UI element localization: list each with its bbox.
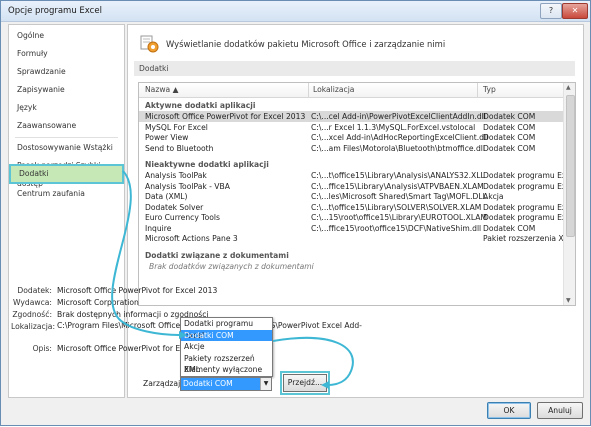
table-row[interactable]: MySQL For Excel C:\...r Excel 1.1.3\MySQL… <box>139 122 563 133</box>
cancel-button[interactable]: Anuluj <box>537 402 583 419</box>
cell-loc: C:\...am Files\Motorola\Bluetooth\btmoff… <box>311 143 485 153</box>
go-button[interactable]: Przejdź... <box>280 371 330 395</box>
table-row[interactable]: Microsoft Actions Pane 3 Pakiet rozszerze… <box>139 233 574 244</box>
cell-loc: C:\...15\root\office15\Library\EUROTOOL.… <box>311 213 488 222</box>
ok-button[interactable]: OK <box>487 402 531 419</box>
table-row[interactable]: Analysis ToolPak - VBA C:\...ffice15\Libr… <box>139 181 575 192</box>
addins-list: Nazwa ▲ Lokalizacja Typ Aktywne dodatki … <box>138 82 576 306</box>
dropdown-option[interactable]: Dodatki programu Excel <box>181 318 272 340</box>
cell-type: Dodatek COM <box>483 122 536 132</box>
dropdown-option-selected[interactable]: Dodatki COM <box>181 329 272 341</box>
sidebar-divider <box>15 137 118 138</box>
column-type-header[interactable]: Typ <box>483 85 496 94</box>
table-row[interactable]: Dodatek Solver C:\...t\office15\Library\S… <box>139 202 575 213</box>
cell-name: Send to Bluetooth <box>145 143 214 153</box>
scrollbar-thumb[interactable] <box>566 95 575 237</box>
cell-loc: C:\...les\Microsoft Shared\Smart Tag\MOF… <box>311 192 487 201</box>
manage-label: Zarządzaj: <box>143 379 183 388</box>
sidebar-item-trust-center[interactable]: Centrum zaufania <box>9 185 124 203</box>
addins-gear-icon <box>140 35 159 53</box>
sidebar: Ogólne Formuły Sprawdzanie Zapisywanie J… <box>8 24 125 398</box>
cell-type: Dodatek COM <box>483 143 536 153</box>
sidebar-item-customize-ribbon[interactable]: Dostosowywanie Wstążki <box>9 139 124 157</box>
cell-name: Inquire <box>145 223 172 233</box>
dropdown-option[interactable]: Elementy wyłączone <box>181 364 272 376</box>
cell-name: MySQL For Excel <box>145 122 208 132</box>
table-row-selected[interactable]: Microsoft Office PowerPivot for Excel 20… <box>139 111 563 122</box>
cell-name: Microsoft Office PowerPivot for Excel 20… <box>145 112 306 121</box>
sidebar-item-formulas[interactable]: Formuły <box>9 45 124 63</box>
cell-loc: C:\...ffice15\Library\Analysis\ATPVBAEN.… <box>311 181 484 191</box>
list-scrollbar[interactable]: ▲ ▼ <box>563 83 575 305</box>
group-title: Nieaktywne dodatki aplikacji <box>145 160 269 169</box>
close-button[interactable]: ✕ <box>562 3 588 19</box>
sidebar-item-advanced[interactable]: Zaawansowane <box>9 117 124 135</box>
group-title: Aktywne dodatki aplikacji <box>145 101 256 110</box>
sidebar-item-save[interactable]: Zapisywanie <box>9 81 124 99</box>
table-row[interactable]: Analysis ToolPak C:\...t\office15\Library… <box>139 170 575 181</box>
sidebar-item-general[interactable]: Ogólne <box>9 27 124 45</box>
cell-name: Brak dodatków związanych z dokumentami <box>149 261 314 271</box>
manage-select-value: Dodatki COM <box>181 378 261 390</box>
cell-loc: C:\...ffice15\root\office15\DCF\NativeSh… <box>311 223 482 233</box>
group-header: Aktywne dodatki aplikacji <box>139 100 563 111</box>
window-title: Opcje programu Excel <box>8 6 102 16</box>
cell-name: Euro Currency Tools <box>145 213 220 222</box>
table-row[interactable]: Power View C:\...xcel Add-in\AdHocReporti… <box>139 132 563 143</box>
cell-type: Dodatek COM <box>483 223 536 233</box>
cell-type: Akcja <box>483 192 504 201</box>
group-header: Dodatki związane z dokumentami <box>139 250 563 261</box>
cell-type: Dodatek COM <box>483 133 536 142</box>
manage-dropdown-list: Dodatki programu Excel Dodatki COM Akcje… <box>180 317 273 377</box>
manage-select[interactable]: Dodatki COM ▼ <box>180 377 272 391</box>
help-button[interactable]: ? <box>540 3 562 19</box>
cell-loc: C:\...t\office15\Library\Analysis\ANALYS… <box>311 171 485 180</box>
table-row[interactable]: Send to Bluetooth C:\...am Files\Motorola… <box>139 143 563 154</box>
table-row: Brak dodatków związanych z dokumentami <box>139 261 563 272</box>
cell-name: Data (XML) <box>145 192 188 201</box>
options-dialog: Opcje programu Excel ? ✕ Ogólne Formuły … <box>0 0 591 426</box>
dropdown-option[interactable]: Pakiety rozszerzeń XML <box>181 353 272 375</box>
table-row[interactable]: Data (XML) C:\...les\Microsoft Shared\Sma… <box>139 191 563 202</box>
cell-name: Power View <box>145 133 189 142</box>
cell-name: Dodatek Solver <box>145 202 204 212</box>
group-title: Dodatki związane z dokumentami <box>145 250 289 260</box>
cell-loc: C:\...xcel Add-in\AdHocReportingExcelCli… <box>311 133 489 142</box>
column-location-header[interactable]: Lokalizacja <box>313 85 354 94</box>
cell-type: Pakiet rozszerzenia XML <box>483 234 575 243</box>
column-name-header[interactable]: Nazwa ▲ <box>145 85 178 94</box>
sidebar-item-proofing[interactable]: Sprawdzanie <box>9 63 124 81</box>
sidebar-item-language[interactable]: Język <box>9 99 124 117</box>
list-header: Nazwa ▲ Lokalizacja Typ <box>139 83 563 98</box>
dropdown-option[interactable]: Akcje <box>181 341 272 353</box>
title-bar: Opcje programu Excel ? ✕ <box>1 1 590 22</box>
cell-type: Dodatek COM <box>483 112 536 121</box>
cell-loc: C:\...t\office15\Library\SOLVER\SOLVER.X… <box>311 202 482 212</box>
sidebar-item-addins[interactable]: Dodatki <box>9 164 124 184</box>
table-row[interactable]: Inquire C:\...ffice15\root\office15\DCF\N… <box>139 223 563 234</box>
cell-name: Analysis ToolPak <box>145 171 207 180</box>
panel-heading: Wyświetlanie dodatków pakietu Microsoft … <box>166 39 446 49</box>
cell-loc: C:\...cel Add-in\PowerPivotExcelClientAd… <box>311 112 486 121</box>
cell-name: Microsoft Actions Pane 3 <box>145 234 238 243</box>
section-header: Dodatki <box>134 61 575 76</box>
cell-name: Analysis ToolPak - VBA <box>145 181 230 191</box>
cell-loc: C:\...r Excel 1.1.3\MySQL.ForExcel.vstol… <box>311 122 476 132</box>
table-row[interactable]: Euro Currency Tools C:\...15\root\office1… <box>139 212 575 223</box>
chevron-down-icon[interactable]: ▼ <box>260 378 271 390</box>
group-header: Nieaktywne dodatki aplikacji <box>139 159 563 170</box>
